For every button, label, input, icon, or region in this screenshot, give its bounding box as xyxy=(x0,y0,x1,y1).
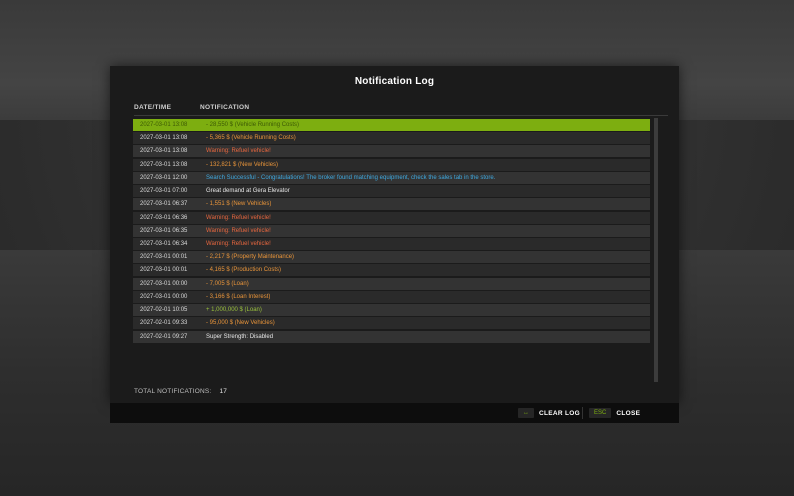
notification-date: 2027-02-01 09:27 xyxy=(140,333,188,340)
notification-date: 2027-03-01 06:37 xyxy=(140,201,188,208)
notification-date: 2027-03-01 07:00 xyxy=(140,188,188,195)
notification-message: - 1,551 $ (New Vehicles) xyxy=(206,201,272,208)
dialog-footer: ↔ CLEAR LOG ESC CLOSE xyxy=(110,403,679,423)
notification-message: - 4,165 $ (Production Costs) xyxy=(206,267,282,274)
notification-message: Super Strength: Disabled xyxy=(206,333,274,340)
notification-message: - 3,166 $ (Loan Interest) xyxy=(206,293,271,300)
column-header-notification: NOTIFICATION xyxy=(200,104,250,111)
notification-log-dialog: Notification Log DATE/TIME NOTIFICATION … xyxy=(110,66,679,403)
notification-row[interactable]: 2027-02-01 10:05 + 1,000,000 $ (Loan) xyxy=(133,304,650,317)
notification-date: 2027-03-01 00:01 xyxy=(140,267,188,274)
notification-date: 2027-03-01 00:00 xyxy=(140,293,188,300)
clear-log-button[interactable]: ↔ CLEAR LOG xyxy=(518,408,580,418)
notification-date: 2027-03-01 13:08 xyxy=(140,135,188,142)
notification-row[interactable]: 2027-03-01 13:08 - 132,821 $ (New Vehicle… xyxy=(133,158,650,171)
notification-date: 2027-02-01 09:33 xyxy=(140,320,188,327)
notification-list[interactable]: 2027-03-01 13:08 - 28,550 $ (Vehicle Runn… xyxy=(133,119,650,344)
total-notifications: TOTAL NOTIFICATIONS: 17 xyxy=(134,388,227,395)
notification-date: 2027-03-01 06:34 xyxy=(140,240,188,247)
dialog-title: Notification Log xyxy=(354,76,435,87)
close-button[interactable]: ESC CLOSE xyxy=(589,408,640,418)
total-notifications-label: TOTAL NOTIFICATIONS: xyxy=(134,388,212,395)
notification-date: 2027-03-01 06:35 xyxy=(140,227,188,234)
notification-date: 2027-03-01 13:08 xyxy=(140,148,188,155)
notification-message: - 95,000 $ (New Vehicles) xyxy=(206,320,275,327)
arrows-horizontal-icon: ↔ xyxy=(518,408,534,418)
notification-row[interactable]: 2027-03-01 00:01 - 2,217 $ (Property Main… xyxy=(133,251,650,264)
notification-date: 2027-03-01 13:08 xyxy=(140,122,188,128)
notification-message: - 5,365 $ (Vehicle Running Costs) xyxy=(206,135,296,142)
notification-date: 2027-03-01 06:36 xyxy=(140,214,188,221)
clear-log-label: CLEAR LOG xyxy=(539,409,580,417)
notification-row[interactable]: 2027-03-01 00:01 - 4,165 $ (Production Co… xyxy=(133,264,650,277)
notification-message: Great demand at Gera Elevator xyxy=(206,188,290,195)
notification-message: - 28,550 $ (Vehicle Running Costs) xyxy=(206,122,300,128)
notification-row[interactable]: 2027-02-01 09:33 - 95,000 $ (New Vehicles… xyxy=(133,317,650,330)
notification-row[interactable]: 2027-03-01 00:00 - 3,166 $ (Loan Interest… xyxy=(133,290,650,303)
notification-row[interactable]: 2027-03-01 06:34 Warning: Refuel vehicle! xyxy=(133,237,650,250)
total-notifications-value: 17 xyxy=(219,388,228,395)
scrollbar-thumb[interactable] xyxy=(654,118,658,382)
notification-message: + 1,000,000 $ (Loan) xyxy=(206,307,262,314)
notification-message: - 7,005 $ (Loan) xyxy=(206,280,249,287)
notification-date: 2027-02-01 10:05 xyxy=(140,307,188,314)
notification-row[interactable]: 2027-02-01 09:27 Super Strength: Disabled xyxy=(133,330,650,343)
notification-row[interactable]: 2027-03-01 06:37 - 1,551 $ (New Vehicles) xyxy=(133,198,650,211)
notification-message: - 132,821 $ (New Vehicles) xyxy=(206,161,279,168)
notification-row[interactable]: 2027-03-01 06:35 Warning: Refuel vehicle! xyxy=(133,224,650,237)
notification-date: 2027-03-01 12:00 xyxy=(140,174,188,181)
notification-message: Warning: Refuel vehicle! xyxy=(206,214,271,221)
notification-row[interactable]: 2027-03-01 13:08 - 28,550 $ (Vehicle Runn… xyxy=(133,119,650,131)
notification-message: Search Successful - Congratulations! The… xyxy=(206,174,496,181)
notification-message: Warning: Refuel vehicle! xyxy=(206,240,271,247)
notification-row[interactable]: 2027-03-01 00:00 - 7,005 $ (Loan) xyxy=(133,277,650,290)
notification-row[interactable]: 2027-03-01 13:08 - 5,365 $ (Vehicle Runni… xyxy=(133,132,650,145)
column-header-datetime: DATE/TIME xyxy=(134,104,172,111)
notification-row[interactable]: 2027-03-01 07:00 Great demand at Gera Ele… xyxy=(133,185,650,198)
notification-message: - 2,217 $ (Property Maintenance) xyxy=(206,254,295,261)
close-label: CLOSE xyxy=(616,409,641,417)
notification-row[interactable]: 2027-03-01 12:00 Search Successful - Cong… xyxy=(133,171,650,184)
notification-message: Warning: Refuel vehicle! xyxy=(206,148,271,155)
list-scrollbar[interactable] xyxy=(654,118,658,382)
notification-message: Warning: Refuel vehicle! xyxy=(206,227,271,234)
footer-divider xyxy=(582,407,583,419)
header-divider xyxy=(134,115,668,116)
notification-date: 2027-03-01 13:08 xyxy=(140,161,188,168)
notification-date: 2027-03-01 00:00 xyxy=(140,280,188,287)
notification-row[interactable]: 2027-03-01 13:08 Warning: Refuel vehicle! xyxy=(133,145,650,158)
notification-date: 2027-03-01 00:01 xyxy=(140,254,188,261)
esc-key-badge: ESC xyxy=(589,408,612,418)
notification-row[interactable]: 2027-03-01 06:36 Warning: Refuel vehicle! xyxy=(133,211,650,224)
